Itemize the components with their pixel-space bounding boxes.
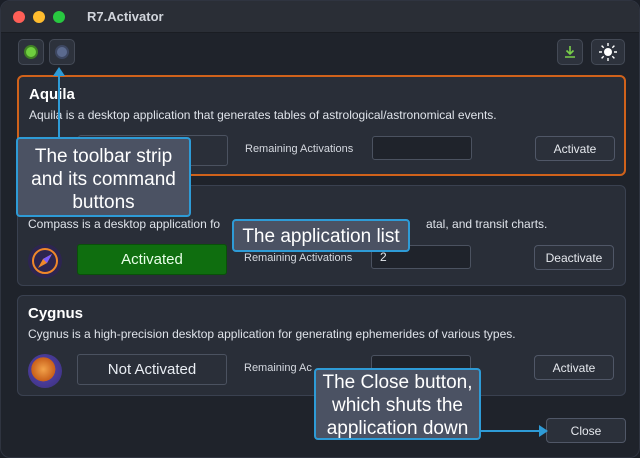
close-callout-arrowhead (539, 425, 548, 437)
app-description: Cygnus is a high-precision desktop appli… (28, 327, 516, 341)
close-callout-arrow (481, 430, 541, 432)
app-name: Aquila (29, 86, 75, 103)
activation-status: Not Activated (77, 354, 227, 385)
download-icon (565, 46, 575, 58)
toolbar-callout: The toolbar strip and its command button… (16, 137, 191, 217)
download-button[interactable] (557, 39, 583, 65)
title-bar: R7.Activator (1, 1, 639, 33)
app-list-callout: The application list (232, 219, 410, 252)
compass-app-icon (28, 244, 62, 278)
close-button[interactable]: Close (546, 418, 626, 443)
app-description-head: Compass is a desktop application fo (28, 217, 221, 231)
theme-toggle-button[interactable] (591, 39, 625, 65)
compass-icon (32, 248, 58, 274)
sun-icon (599, 43, 617, 61)
app-name: Cygnus (28, 305, 84, 322)
remaining-activations-field (372, 136, 472, 160)
toolbar-callout-arrowhead (53, 67, 65, 76)
deactivate-button[interactable]: Deactivate (534, 245, 614, 270)
activate-button[interactable]: Activate (534, 355, 614, 380)
app-window: R7.Activator Aquila Aquila is a desktop … (0, 0, 640, 458)
green-circle-icon (24, 45, 38, 59)
toolbar-green-button[interactable] (18, 39, 44, 65)
toolbar (1, 33, 639, 73)
activate-button[interactable]: Activate (535, 136, 615, 161)
minimize-window-icon[interactable] (33, 11, 45, 23)
remaining-activations-label: Remaining Activations (244, 252, 353, 264)
close-callout: The Close button, which shuts the applic… (314, 368, 481, 440)
remaining-activations-label: Remaining Ac (244, 362, 312, 374)
app-description-tail: atal, and transit charts. (426, 217, 548, 231)
cygnus-app-icon (28, 354, 62, 388)
activation-status: Activated (77, 244, 227, 275)
app-description: Aquila is a desktop application that gen… (29, 108, 497, 122)
remaining-activations-label: Remaining Activations (245, 143, 354, 155)
blue-circle-icon (55, 45, 69, 59)
toolbar-callout-arrow (58, 73, 60, 137)
zoom-window-icon[interactable] (53, 11, 65, 23)
close-window-icon[interactable] (13, 11, 25, 23)
window-title: R7.Activator (87, 9, 164, 24)
toolbar-blue-button[interactable] (49, 39, 75, 65)
